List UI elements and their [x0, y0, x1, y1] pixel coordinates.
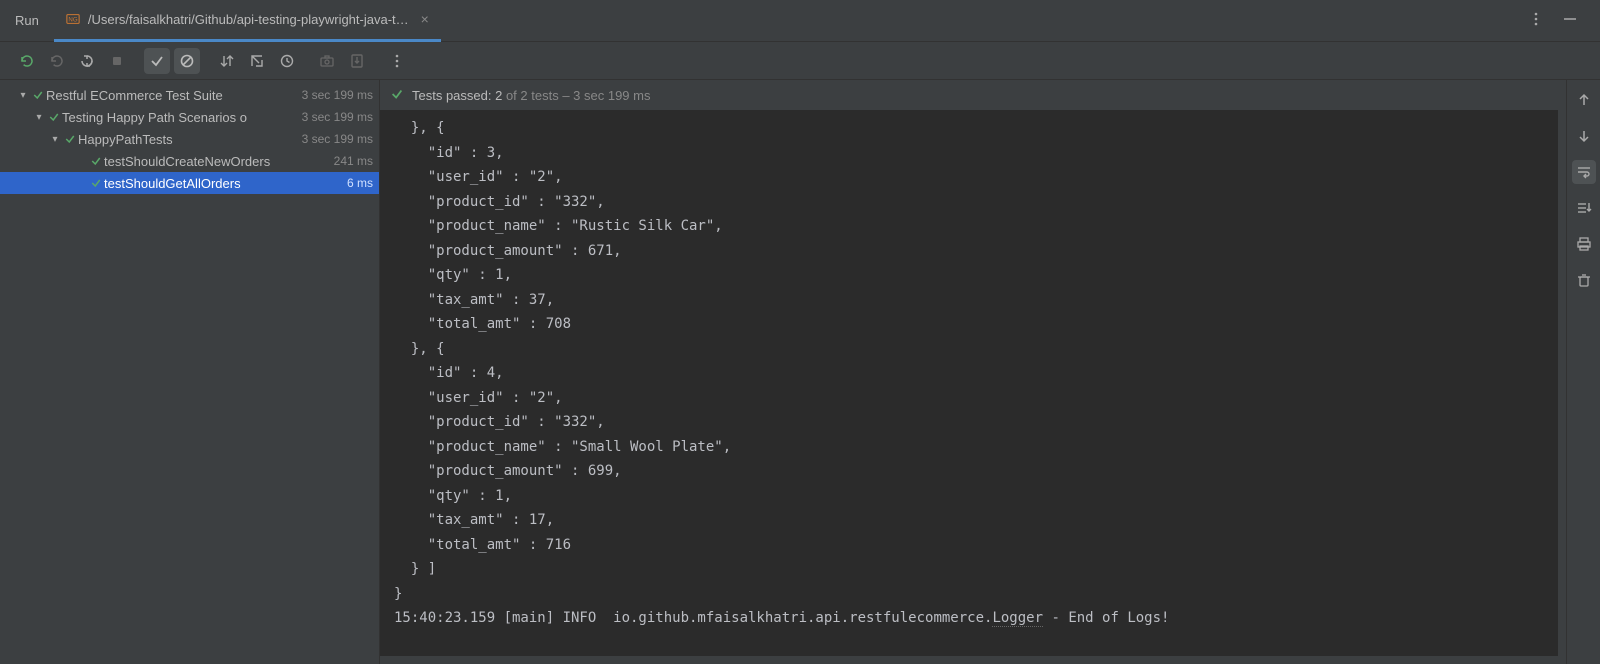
tree-row[interactable]: ▾ Restful ECommerce Test Suite3 sec 199 m…: [0, 84, 379, 106]
tree-item-name: testShouldCreateNewOrders: [104, 154, 328, 169]
tree-item-time: 6 ms: [341, 176, 373, 190]
rerun-failed-button[interactable]: [44, 48, 70, 74]
tree-row[interactable]: ▾ HappyPathTests3 sec 199 ms: [0, 128, 379, 150]
pass-icon: [30, 89, 46, 101]
clear-icon[interactable]: [1572, 268, 1596, 292]
show-ignored-button[interactable]: [174, 48, 200, 74]
tree-item-name: Restful ECommerce Test Suite: [46, 88, 296, 103]
check-icon: [390, 87, 404, 104]
sort-button[interactable]: [214, 48, 240, 74]
tree-item-name: testShouldGetAllOrders: [104, 176, 341, 191]
tree-item-time: 3 sec 199 ms: [296, 132, 373, 146]
tree-row[interactable]: ▾ Testing Happy Path Scenarios o3 sec 199…: [0, 106, 379, 128]
pass-icon: [88, 177, 104, 189]
test-tree[interactable]: ▾Restful ECommerce Test Suite3 sec 199 m…: [0, 80, 380, 664]
results-header: Tests passed: 2 of 2 tests – 3 sec 199 m…: [380, 80, 1566, 110]
soft-wrap-icon[interactable]: [1572, 160, 1596, 184]
testng-icon: NG: [66, 12, 80, 26]
tree-item-time: 3 sec 199 ms: [296, 110, 373, 124]
show-passed-button[interactable]: [144, 48, 170, 74]
chevron-down-icon[interactable]: ▾: [32, 112, 46, 123]
title-bar: Run NG /Users/faisalkhatri/Github/api-te…: [0, 0, 1600, 42]
history-button[interactable]: [274, 48, 300, 74]
main: ▾Restful ECommerce Test Suite3 sec 199 m…: [0, 80, 1600, 664]
minimize-icon[interactable]: [1562, 11, 1578, 30]
toolbar: [0, 42, 1600, 80]
more-icon[interactable]: [384, 48, 410, 74]
pass-icon: [46, 111, 62, 123]
tree-row[interactable]: testShouldGetAllOrders6 ms: [0, 172, 379, 194]
run-config-tab[interactable]: NG /Users/faisalkhatri/Github/api-testin…: [54, 0, 441, 42]
tree-item-time: 3 sec 199 ms: [296, 88, 373, 102]
print-icon[interactable]: [1572, 232, 1596, 256]
console-gutter: [1566, 80, 1600, 664]
scroll-up-icon[interactable]: [1572, 88, 1596, 112]
console-output[interactable]: }, { "id" : 3, "user_id" : "2", "product…: [380, 110, 1558, 656]
pass-icon: [88, 155, 104, 167]
more-vertical-icon[interactable]: [1528, 11, 1544, 30]
chevron-down-icon[interactable]: ▾: [16, 90, 30, 101]
stop-button: [104, 48, 130, 74]
tree-item-name: HappyPathTests: [78, 132, 296, 147]
tests-total-label: of 2 tests – 3 sec 199 ms: [502, 88, 650, 103]
tree-item-name: Testing Happy Path Scenarios o: [62, 110, 296, 125]
scroll-down-icon[interactable]: [1572, 124, 1596, 148]
expand-all-button[interactable]: [244, 48, 270, 74]
screenshot-button[interactable]: [314, 48, 340, 74]
import-button[interactable]: [344, 48, 370, 74]
svg-text:NG: NG: [68, 17, 77, 24]
pass-icon: [62, 133, 78, 145]
chevron-down-icon[interactable]: ▾: [48, 134, 62, 145]
tests-passed-label: Tests passed:: [412, 88, 495, 103]
scroll-to-end-icon[interactable]: [1572, 196, 1596, 220]
tool-window-label: Run: [0, 13, 54, 28]
toggle-auto-test-button[interactable]: [74, 48, 100, 74]
close-icon[interactable]: ×: [421, 11, 429, 27]
results-pane: Tests passed: 2 of 2 tests – 3 sec 199 m…: [380, 80, 1566, 664]
tab-title: /Users/faisalkhatri/Github/api-testing-p…: [88, 12, 409, 27]
tree-item-time: 241 ms: [328, 154, 373, 168]
tree-row[interactable]: testShouldCreateNewOrders241 ms: [0, 150, 379, 172]
rerun-button[interactable]: [14, 48, 40, 74]
